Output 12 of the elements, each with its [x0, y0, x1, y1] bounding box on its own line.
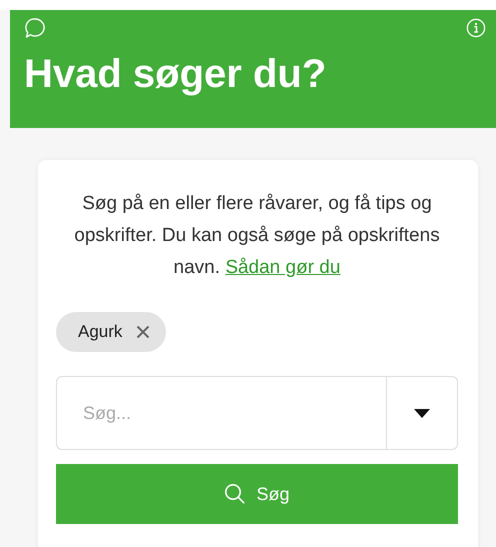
help-link[interactable]: Sådan gør du — [225, 257, 340, 278]
chip-label: Agurk — [78, 322, 122, 342]
caret-down-icon — [414, 408, 430, 418]
close-icon[interactable] — [136, 325, 150, 339]
search-field[interactable]: Søg... — [56, 376, 386, 450]
search-icon — [224, 483, 246, 505]
info-icon[interactable] — [466, 18, 486, 38]
intro-text: Søg på en eller flere råvarer, og få tips og opskrifter. Du kan også søge på opskriftens navn. Sådan gør du — [73, 192, 441, 280]
chat-bubble-icon[interactable] — [24, 17, 46, 39]
search-button[interactable]: Søg — [56, 464, 458, 524]
page-title: Hvad søger du? — [24, 52, 328, 97]
dropdown-toggle[interactable] — [386, 376, 458, 450]
